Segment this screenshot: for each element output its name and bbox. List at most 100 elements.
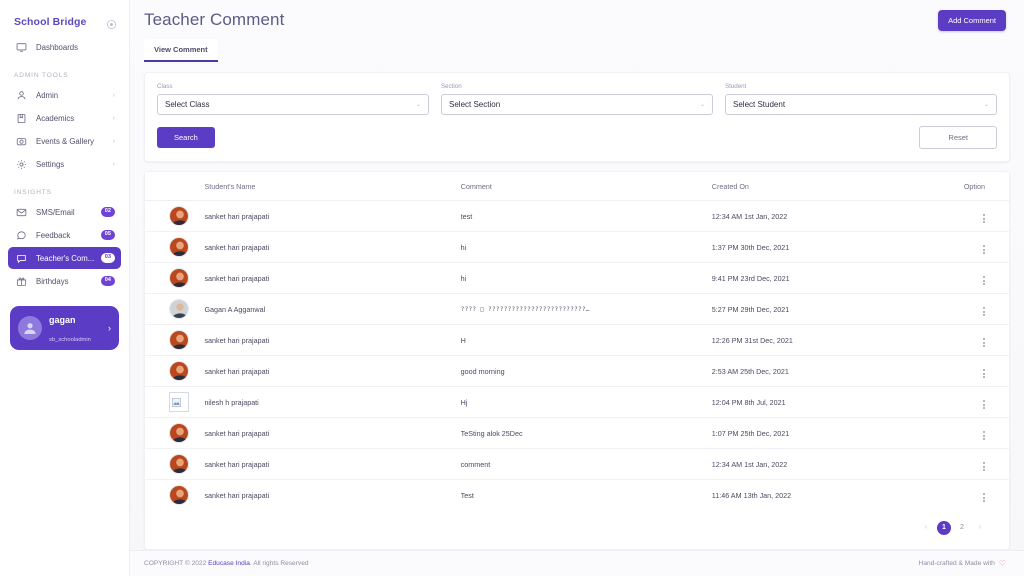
sidebar-item-feedback[interactable]: Feedback 05 — [8, 224, 121, 246]
column-created-on: Created On — [711, 172, 948, 201]
table-row[interactable]: sanket hari prajapati comment 12:34 AM 1st… — [145, 448, 1009, 480]
footer-credit: Hand-crafted & Made with ♡ — [919, 559, 1006, 568]
sidebar-section-insights: INSIGHTS — [14, 189, 52, 196]
row-student-name: sanket hari prajapati — [204, 324, 461, 356]
row-student-name: sanket hari prajapati — [204, 200, 461, 232]
row-comment-text: hi — [460, 242, 467, 252]
more-vertical-icon[interactable] — [983, 431, 985, 440]
add-comment-button[interactable]: Add Comment — [938, 10, 1006, 31]
filter-panel: Class Select Class ⌄ Section Select Sect… — [144, 72, 1010, 162]
row-student-name: nilesh h prajapati — [204, 386, 461, 418]
comment-icon — [14, 251, 28, 265]
avatar — [169, 299, 189, 319]
more-vertical-icon[interactable] — [983, 245, 985, 254]
row-option-cell — [947, 231, 1009, 263]
row-comment-text: comment — [460, 459, 491, 469]
broken-image-icon — [169, 392, 189, 412]
row-created-on: 12:04 PM 8th Jul, 2021 — [711, 386, 948, 418]
educase-link[interactable]: Educase India — [208, 560, 250, 567]
book-icon — [14, 111, 28, 125]
sidebar-item-admin[interactable]: Admin › — [8, 84, 121, 106]
table-row[interactable]: sanket hari prajapati Test 11:46 AM 13th J… — [145, 480, 1009, 511]
table-row[interactable]: sanket hari prajapati TeSting alok 25Dec 1… — [145, 417, 1009, 449]
column-avatar — [145, 172, 205, 201]
row-comment-text: test — [460, 211, 473, 221]
section-label: Section — [441, 83, 462, 90]
sidebar-item-events-gallery[interactable]: Events & Gallery › — [8, 130, 121, 152]
column-comment: Comment — [460, 172, 712, 201]
avatar — [169, 454, 189, 474]
tab-view-comment[interactable]: View Comment — [144, 39, 218, 62]
row-created-on: 1:07 PM 25th Dec, 2021 — [711, 417, 948, 449]
row-comment: ???? □ ?????????????????????????… — [460, 293, 712, 325]
class-label: Class — [157, 83, 173, 90]
sidebar-item-sms-email[interactable]: SMS/Email 02 — [8, 201, 121, 223]
student-select[interactable]: Select Student ⌄ — [725, 94, 997, 115]
row-comment: good morning — [460, 355, 712, 387]
row-created-on: 5:27 PM 29th Dec, 2021 — [711, 293, 948, 325]
page-header: Teacher Comment Add Comment — [130, 0, 1024, 31]
sidebar-item-academics[interactable]: Academics › — [8, 107, 121, 129]
camera-icon — [14, 134, 28, 148]
sidebar-item-label: Events & Gallery — [36, 136, 95, 146]
table-row[interactable]: sanket hari prajapati hi 1:37 PM 30th Dec,… — [145, 231, 1009, 263]
table-row[interactable]: sanket hari prajapati H 12:26 PM 31st Dec,… — [145, 324, 1009, 356]
chevron-down-icon: ⌄ — [415, 102, 421, 108]
sidebar-item-birthdays[interactable]: Birthdays 04 — [8, 270, 121, 292]
more-vertical-icon[interactable] — [983, 276, 985, 285]
more-vertical-icon[interactable] — [983, 400, 985, 409]
more-vertical-icon[interactable] — [983, 338, 985, 347]
row-student-name: sanket hari prajapati — [204, 355, 461, 387]
row-option-cell — [947, 480, 1009, 511]
footer-credit-text: Hand-crafted & Made with — [918, 560, 995, 567]
more-vertical-icon[interactable] — [983, 214, 985, 223]
section-select[interactable]: Select Section ⌄ — [441, 94, 713, 115]
sidebar-item-label: Academics — [36, 113, 75, 123]
filter-row: Class Select Class ⌄ Section Select Sect… — [157, 83, 997, 115]
table-row[interactable]: sanket hari prajapati hi 9:41 PM 23rd Dec,… — [145, 262, 1009, 294]
comments-table: Student's Name Comment Created On Option… — [145, 172, 1009, 511]
sidebar-item-label: SMS/Email — [36, 207, 75, 217]
sidebar-item-teachers-comment[interactable]: Teacher's Com... 03 — [8, 247, 121, 269]
pagination-page-1[interactable]: 1 — [937, 520, 951, 535]
sidebar-item-label: Admin — [36, 90, 59, 100]
table-row[interactable]: nilesh h prajapati Hj 12:04 PM 8th Jul, 20… — [145, 386, 1009, 418]
row-comment: Hj — [460, 386, 712, 418]
avatar — [169, 330, 189, 350]
student-label: Student — [725, 83, 747, 90]
row-avatar-cell — [145, 231, 205, 263]
sidebar-item-dashboards[interactable]: Dashboards — [8, 36, 121, 58]
row-student-name: sanket hari prajapati — [204, 231, 461, 263]
row-avatar-cell — [145, 480, 204, 511]
row-option-cell — [947, 200, 1009, 232]
pagination-prev[interactable]: ‹ — [919, 521, 933, 535]
user-profile-card[interactable]: gagan sb_schooladmin › — [10, 306, 119, 350]
footer: COPYRIGHT © 2022 Educase India. All righ… — [130, 550, 1024, 576]
sidebar-badge-count: 05 — [100, 230, 115, 240]
more-vertical-icon[interactable] — [983, 307, 985, 316]
more-vertical-icon[interactable] — [983, 369, 985, 378]
avatar — [169, 237, 189, 257]
copyright-prefix: COPYRIGHT © 2022 — [144, 560, 209, 567]
pagination-next[interactable]: › — [973, 521, 987, 535]
table-row[interactable]: sanket hari prajapati test 12:34 AM 1st Ja… — [145, 200, 1009, 232]
circle-target-icon[interactable] — [106, 17, 117, 29]
row-student-name: sanket hari prajapati — [204, 417, 461, 449]
sidebar-item-label: Dashboards — [36, 42, 79, 52]
chevron-right-icon: › — [112, 160, 115, 168]
pagination-page-2[interactable]: 2 — [955, 521, 969, 535]
row-comment-text: good morning — [460, 366, 505, 376]
class-select[interactable]: Select Class ⌄ — [157, 94, 429, 115]
row-comment: TeSting alok 25Dec — [460, 417, 712, 449]
row-avatar-cell — [145, 417, 205, 449]
table-row[interactable]: sanket hari prajapati good morning 2:53 AM… — [145, 355, 1009, 387]
more-vertical-icon[interactable] — [983, 493, 985, 503]
sidebar-item-settings[interactable]: Settings › — [8, 153, 121, 175]
search-button[interactable]: Search — [157, 127, 215, 148]
reset-button[interactable]: Reset — [919, 126, 997, 149]
row-comment: comment — [460, 448, 712, 480]
table-row[interactable]: Gagan A Agganwal???? □ ?????????????????… — [145, 293, 1009, 325]
more-vertical-icon[interactable] — [983, 462, 985, 471]
student-select-value: Select Student — [733, 100, 786, 109]
column-students-name: Student's Name — [204, 172, 461, 201]
